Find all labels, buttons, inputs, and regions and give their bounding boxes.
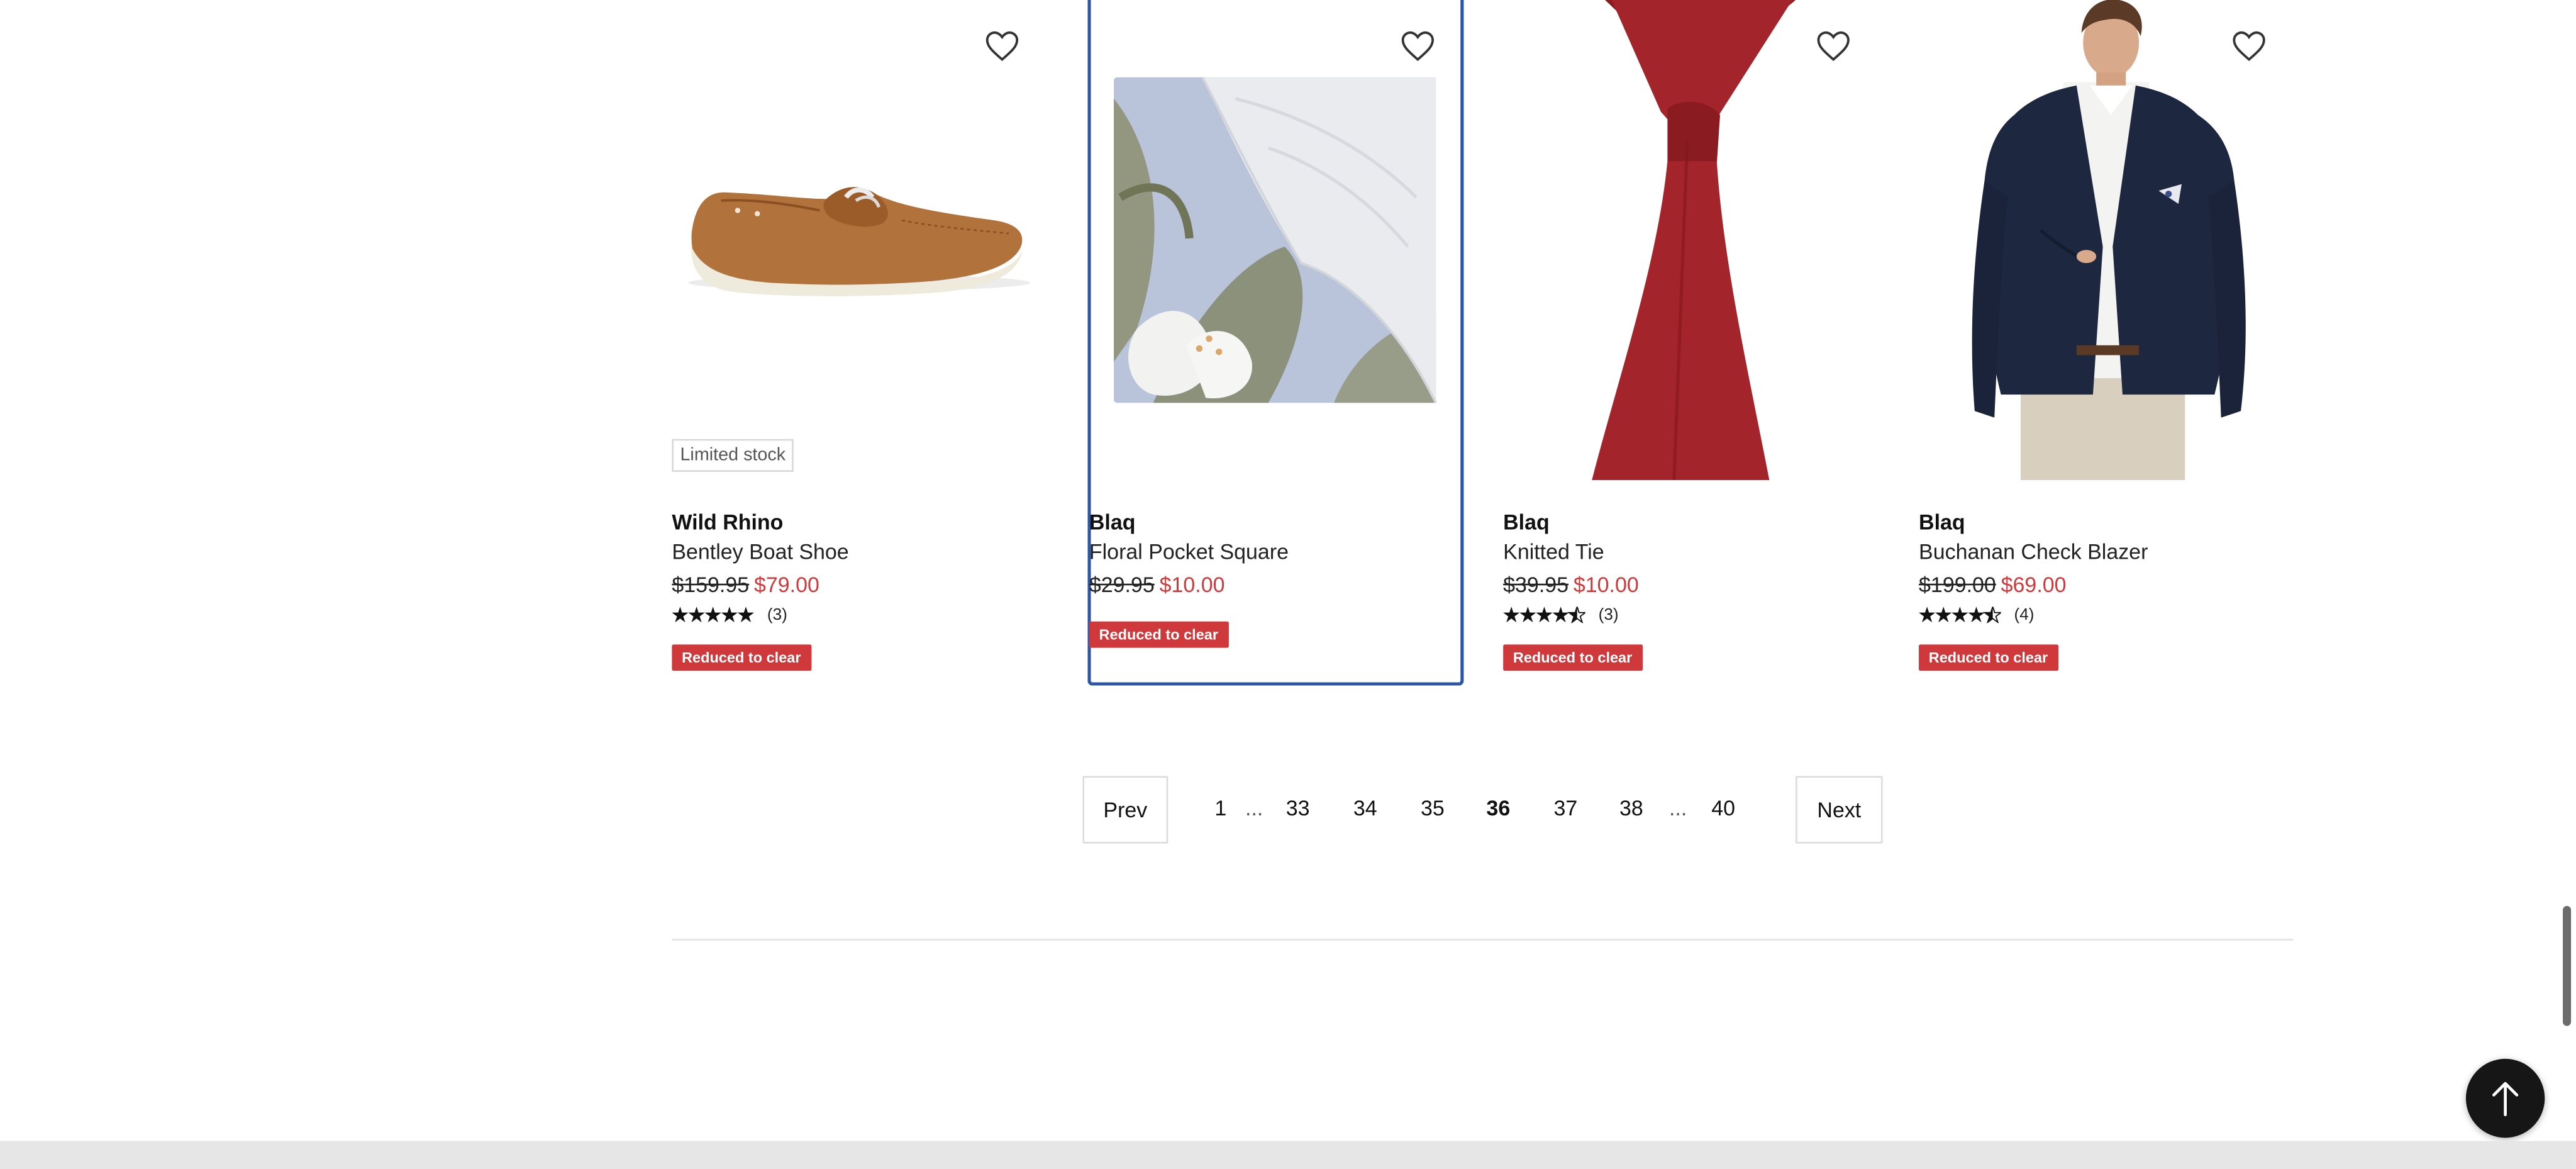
arrow-up-icon: [2492, 1082, 2519, 1117]
product-name[interactable]: Floral Pocket Square: [1089, 539, 1289, 564]
rating-count: (3): [1598, 605, 1619, 624]
reduced-to-clear-badge: Reduced to clear: [1089, 621, 1228, 648]
rating-count: (4): [2014, 605, 2035, 624]
wishlist-heart-icon[interactable]: [975, 20, 1029, 72]
page-link-37[interactable]: 37: [1546, 796, 1585, 820]
product-image[interactable]: [1087, 0, 1463, 480]
wishlist-heart-icon[interactable]: [1807, 20, 1860, 72]
was-price: $39.95: [1503, 572, 1569, 597]
now-price: $69.00: [2001, 572, 2067, 597]
page-link-1[interactable]: 1: [1201, 796, 1241, 820]
product-price: $29.95 $10.00: [1089, 572, 1225, 596]
prev-page-button[interactable]: Prev: [1082, 776, 1169, 844]
product-price: $199.00 $69.00: [1919, 572, 2066, 596]
was-price: $29.95: [1089, 572, 1155, 597]
product-brand[interactable]: Blaq: [1089, 510, 1136, 534]
product-brand[interactable]: Blaq: [1503, 510, 1550, 534]
pagination-ellipsis: ...: [1245, 795, 1263, 820]
star-rating-icon: [672, 607, 754, 623]
star-rating-icon: [1919, 607, 2001, 624]
section-divider: [672, 939, 2294, 941]
page-link-35[interactable]: 35: [1413, 796, 1452, 820]
now-price: $10.00: [1573, 572, 1639, 597]
reduced-to-clear-badge: Reduced to clear: [1919, 644, 2058, 671]
page-link-40[interactable]: 40: [1704, 796, 1743, 820]
wishlist-heart-icon[interactable]: [2223, 20, 2275, 72]
scrollbar-thumb[interactable]: [2563, 905, 2572, 1026]
product-card-bentley-boat-shoe[interactable]: Limited stock Wild Rhino Bentley Boat Sh…: [672, 0, 1048, 686]
product-card-floral-pocket-square[interactable]: Blaq Floral Pocket Square $29.95 $10.00 R…: [1087, 0, 1464, 686]
product-listing-page: Limited stock Wild Rhino Bentley Boat Sh…: [0, 0, 2576, 1169]
footer-band: [0, 1141, 2576, 1169]
pagination-ellipsis: ...: [1668, 795, 1687, 820]
rating-count: (3): [767, 605, 787, 624]
now-price: $79.00: [753, 572, 819, 597]
product-card-buchanan-check-blazer[interactable]: Blaq Buchanan Check Blazer $199.00 $69.00…: [1919, 0, 2295, 686]
product-rating[interactable]: (3): [1503, 603, 1619, 627]
reduced-to-clear-badge: Reduced to clear: [1503, 644, 1642, 671]
back-to-top-button[interactable]: [2465, 1058, 2545, 1138]
now-price: $10.00: [1159, 572, 1225, 597]
page-link-38[interactable]: 38: [1612, 796, 1652, 820]
next-page-button[interactable]: Next: [1796, 776, 1883, 844]
page-link-33[interactable]: 33: [1278, 796, 1318, 820]
product-image[interactable]: [1919, 0, 2295, 481]
product-card-knitted-tie[interactable]: Blaq Knitted Tie $39.95 $10.00 (3) Reduce…: [1503, 0, 1879, 686]
product-name[interactable]: Buchanan Check Blazer: [1919, 539, 2148, 564]
stock-label: Limited stock: [672, 439, 794, 472]
product-image[interactable]: [672, 0, 1048, 480]
page-link-34[interactable]: 34: [1345, 796, 1385, 820]
product-price: $39.95 $10.00: [1503, 572, 1639, 596]
wishlist-heart-icon[interactable]: [1391, 20, 1445, 72]
product-brand[interactable]: Wild Rhino: [672, 510, 783, 534]
product-name[interactable]: Knitted Tie: [1503, 539, 1604, 564]
product-price: $159.95 $79.00: [672, 572, 819, 596]
product-image[interactable]: [1503, 0, 1879, 481]
product-brand[interactable]: Blaq: [1919, 510, 1965, 534]
was-price: $159.95: [672, 572, 750, 597]
product-name[interactable]: Bentley Boat Shoe: [672, 539, 848, 564]
product-rating[interactable]: (4): [1919, 603, 2035, 627]
page-link-current[interactable]: 36: [1479, 796, 1518, 820]
was-price: $199.00: [1919, 572, 1996, 597]
product-rating[interactable]: (3): [672, 603, 787, 627]
reduced-to-clear-badge: Reduced to clear: [672, 644, 811, 671]
star-rating-icon: [1503, 607, 1585, 624]
